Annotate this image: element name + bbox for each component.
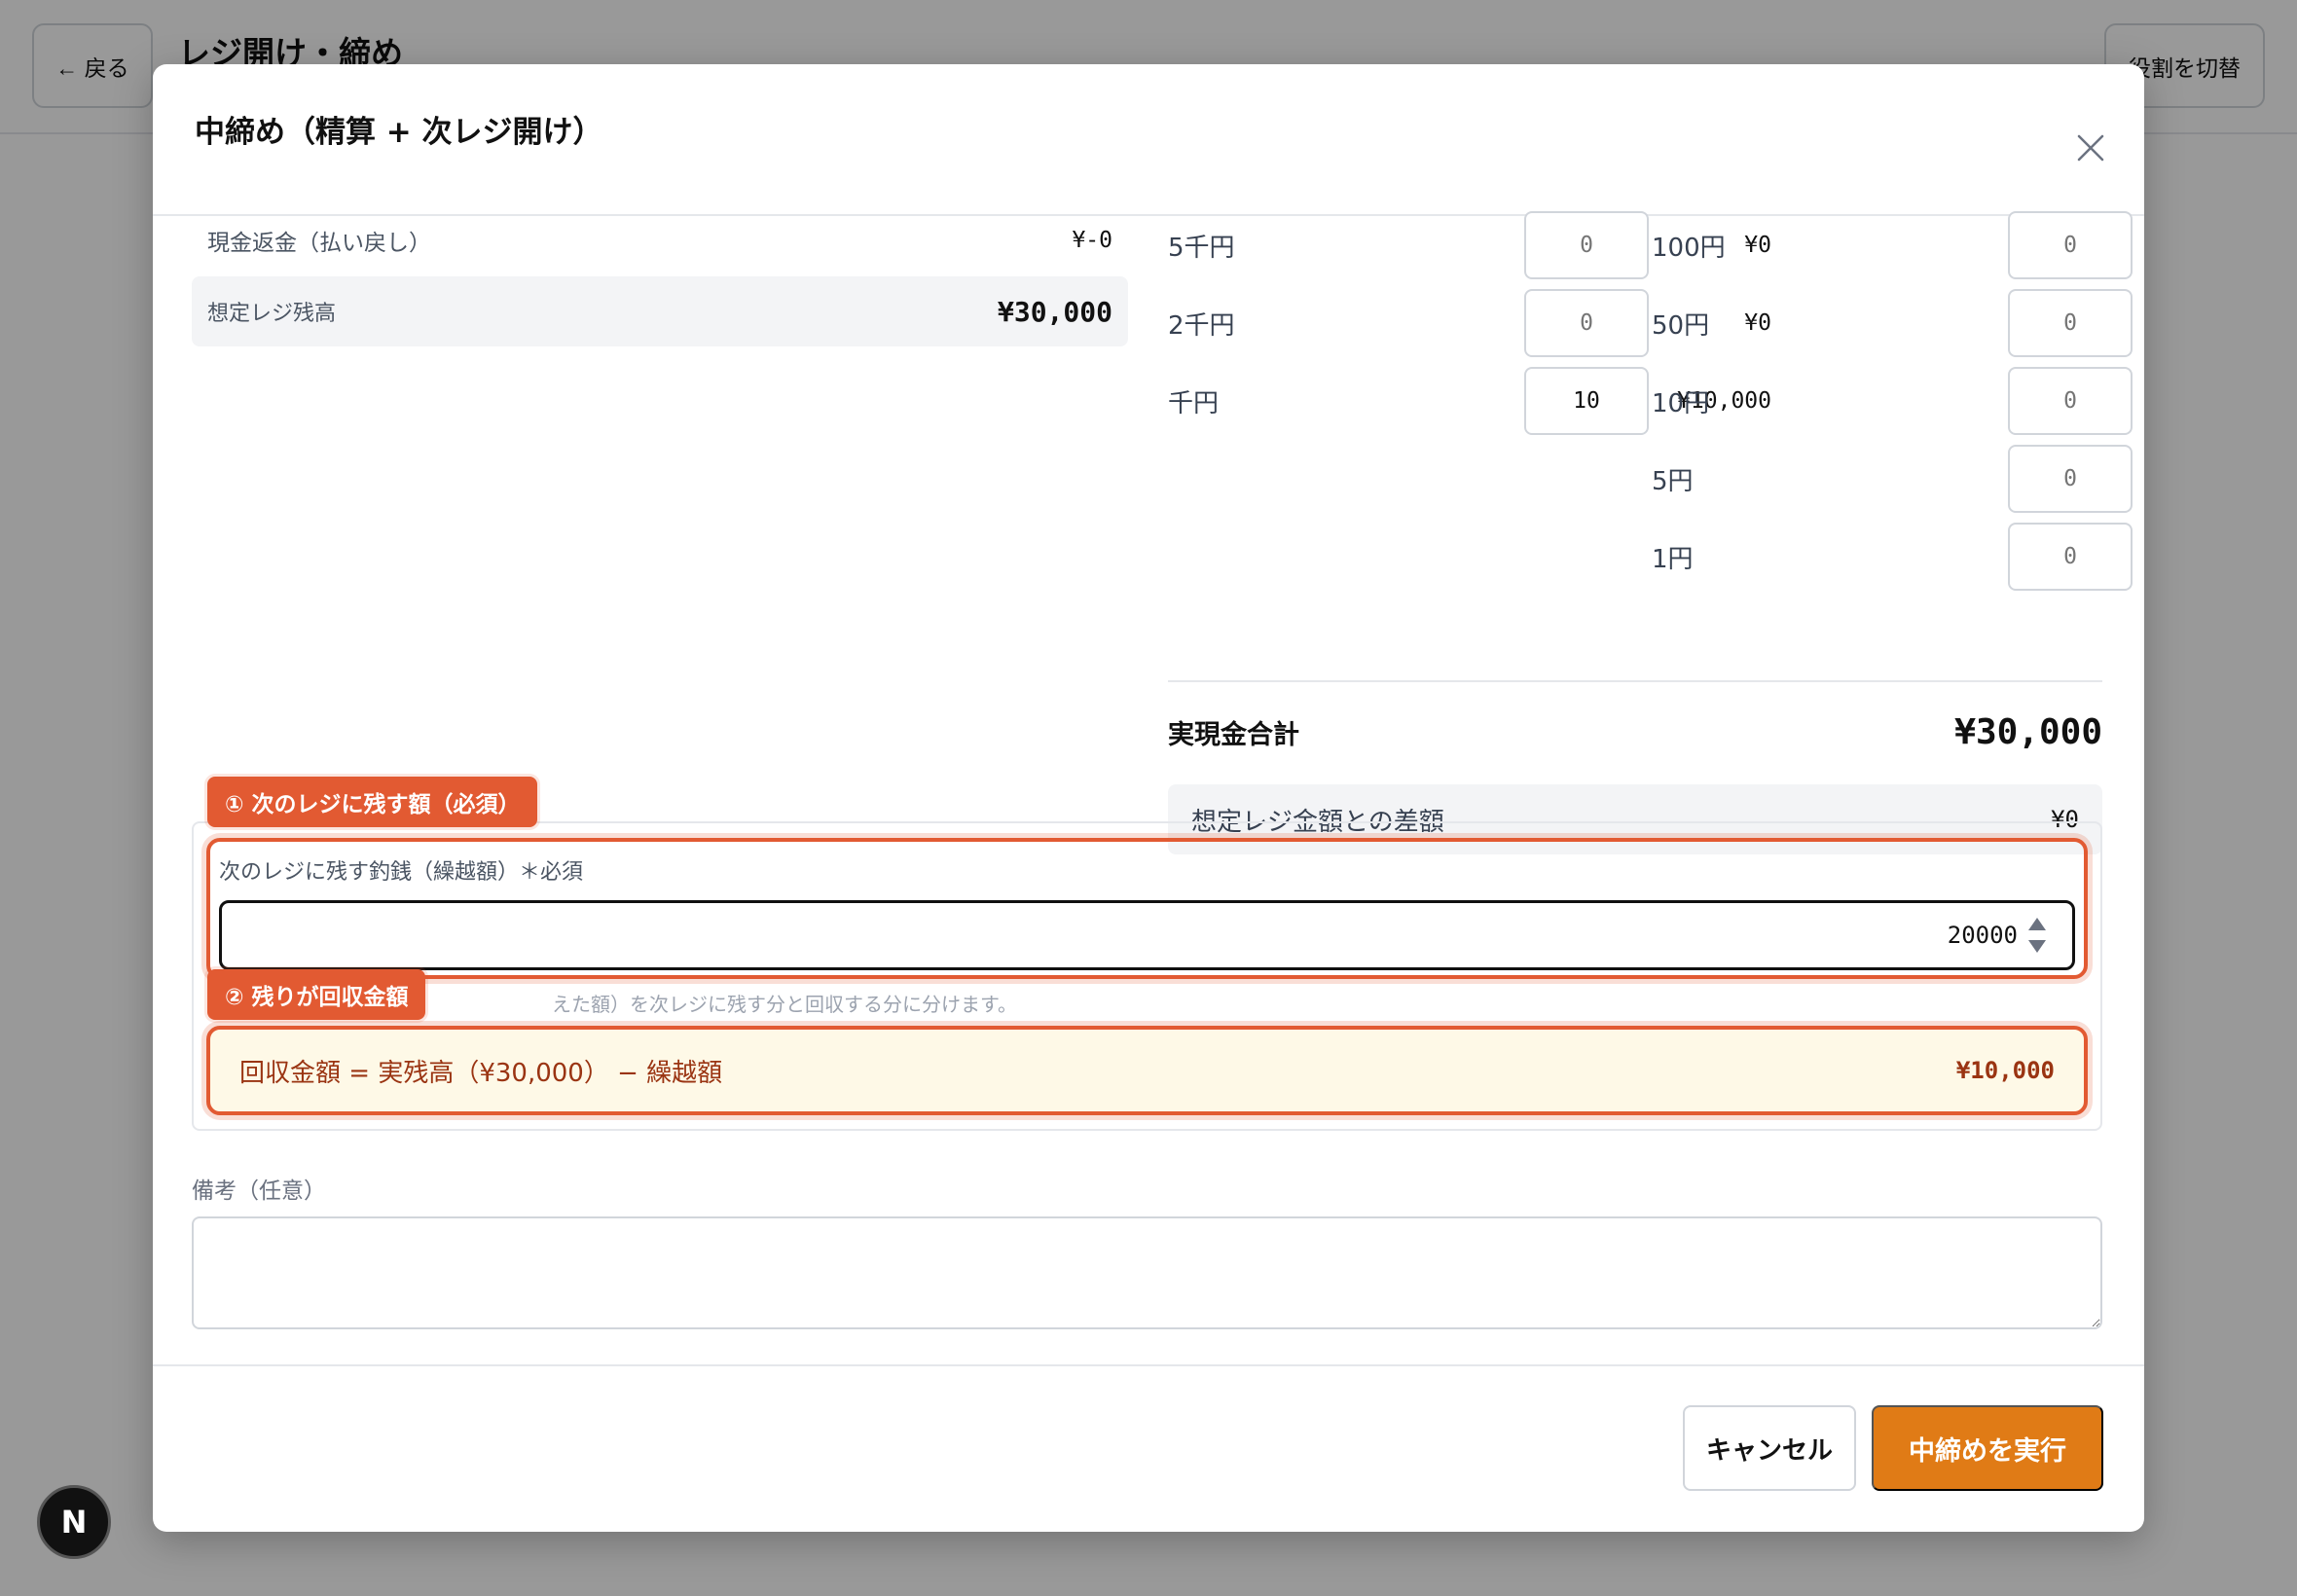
denomination-row-100: 100円 ¥0 [1652, 210, 2144, 280]
refund-value: ¥-0 [1072, 228, 1112, 253]
notes-label: 備考（任意） [192, 1179, 326, 1204]
carryover-label: 次のレジに残す釣銭（繰越額）＊必須 [219, 860, 584, 885]
carryover-input[interactable] [219, 900, 2075, 970]
framework-badge-icon[interactable]: N [37, 1485, 111, 1559]
denomination-label: 千円 [1168, 388, 1220, 418]
denomination-amount: ¥0 [2063, 310, 2144, 336]
denomination-amount: ¥0 [2063, 233, 2144, 258]
expected-balance-row: 想定レジ残高 ¥30,000 [192, 276, 1128, 346]
denomination-row-5: 5円 ¥0 [1652, 444, 2144, 514]
divider [1168, 680, 2102, 682]
number-spinner-icon[interactable] [2026, 916, 2048, 955]
total-label: 実現金合計 [1168, 719, 1299, 750]
dialog-footer: キャンセル 中締めを実行 [153, 1364, 2144, 1532]
callout-carryover-required: ① 次のレジに残す額（必須） [207, 777, 538, 827]
denomination-row-1: 1円 ¥0 [1652, 522, 2144, 592]
recovery-formula: 回収金額 = 実残高（¥30,000） − 繰越額 [239, 1058, 723, 1088]
denomination-label: 1円 [1652, 544, 1694, 574]
refund-row: 現金返金（払い戻し） ¥-0 [192, 216, 1128, 265]
recovery-amount-box: 回収金額 = 実残高（¥30,000） − 繰越額 ¥10,000 [206, 1026, 2088, 1115]
total-value: ¥30,000 [1954, 711, 2102, 752]
carryover-hint: えた額）を次レジに残す分と回収する分に分けます。 [552, 993, 1017, 1016]
denomination-amount: ¥0 [2063, 466, 2144, 491]
denomination-row-10: 10円 ¥0 [1652, 366, 2144, 436]
callout-remaining-recovery: ② 残りが回収金額 [207, 969, 426, 1020]
denomination-amount: ¥0 [2063, 388, 2144, 414]
denomination-label: 5千円 [1168, 233, 1235, 263]
denomination-label: 50円 [1652, 310, 1710, 341]
actual-cash-total: 実現金合計 ¥30,000 [1168, 703, 2102, 761]
dialog-header: 中締め（精算 + 次レジ開け） [153, 64, 2144, 216]
expected-balance-value: ¥30,000 [997, 295, 1112, 328]
denomination-label: 5円 [1652, 466, 1694, 496]
recovery-value: ¥10,000 [1955, 1057, 2055, 1084]
denomination-label: 10円 [1652, 388, 1710, 418]
notes-textarea[interactable] [192, 1216, 2102, 1329]
denomination-label: 100円 [1652, 233, 1726, 263]
denomination-amount: ¥0 [2063, 544, 2144, 569]
execute-mid-close-button[interactable]: 中締めを実行 [1872, 1405, 2103, 1491]
denomination-label: 2千円 [1168, 310, 1235, 341]
dialog-title: 中締め（精算 + 次レジ開け） [195, 115, 603, 150]
refund-label: 現金返金（払い戻し） [207, 231, 431, 256]
cancel-button[interactable]: キャンセル [1683, 1405, 1856, 1491]
expected-balance-label: 想定レジ残高 [207, 302, 337, 326]
mid-close-dialog: 中締め（精算 + 次レジ開け） 現金返金（払い戻し） ¥-0 想定レジ残高 ¥3… [153, 64, 2144, 1532]
close-icon[interactable] [2071, 128, 2110, 167]
denomination-row-50: 50円 ¥0 [1652, 288, 2144, 358]
